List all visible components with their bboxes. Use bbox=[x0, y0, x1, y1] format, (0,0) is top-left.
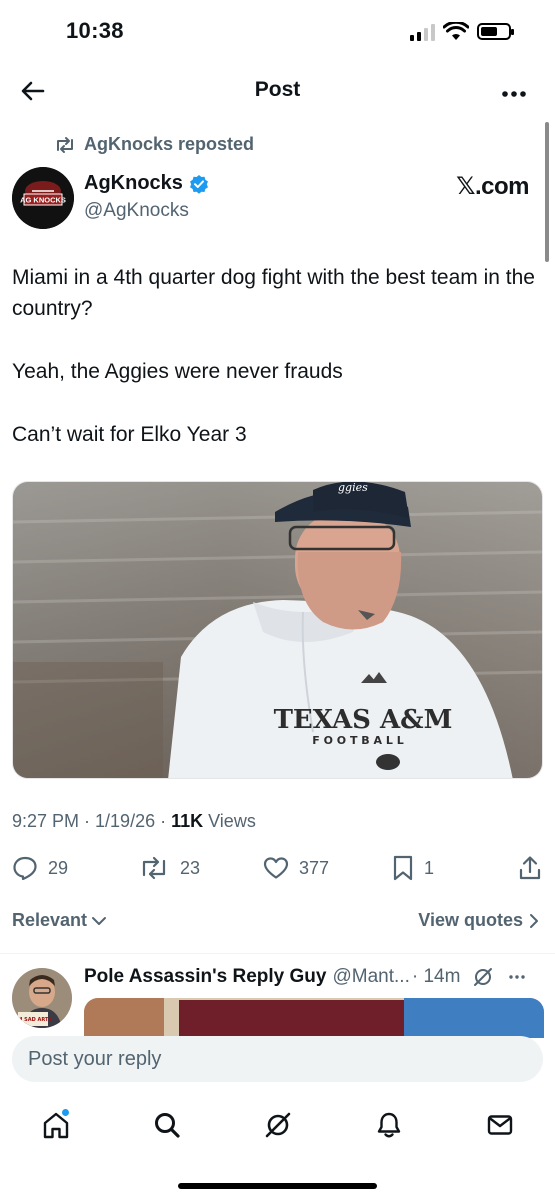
like-button[interactable]: 377 bbox=[263, 856, 329, 880]
home-indicator bbox=[178, 1183, 377, 1189]
avatar-logo-text: AG KNOCKS bbox=[20, 196, 66, 205]
mail-icon bbox=[487, 1115, 512, 1135]
author-name-row[interactable]: AgKnocks bbox=[84, 172, 209, 195]
shirt-text-line2: F O O T B A L L bbox=[312, 734, 403, 747]
more-icon bbox=[502, 91, 526, 97]
status-time: 10:38 bbox=[66, 18, 124, 43]
view-quotes-label: View quotes bbox=[418, 910, 523, 930]
reply-avatar-image: I'M SAD ARTY bbox=[12, 968, 72, 1028]
reply-input[interactable]: Post your reply bbox=[12, 1036, 543, 1082]
repost-text: AgKnocks reposted bbox=[84, 134, 255, 154]
notification-dot bbox=[60, 1108, 70, 1117]
coach-photo: ggies TEXAS A&M F O O T B A L L bbox=[13, 482, 542, 778]
sort-label: Relevant bbox=[12, 910, 88, 930]
scrollbar[interactable] bbox=[545, 122, 549, 262]
repost-icon bbox=[57, 136, 73, 153]
agknocks-logo-icon: AG KNOCKS bbox=[12, 167, 74, 229]
reply-input-placeholder: Post your reply bbox=[28, 1047, 162, 1070]
page-title: Post bbox=[254, 78, 301, 101]
author-avatar[interactable]: AG KNOCKS bbox=[12, 167, 74, 229]
reply-author-name: Pole Assassin's Reply Guy bbox=[84, 966, 327, 987]
heart-icon bbox=[263, 857, 289, 879]
svg-text:ggies: ggies bbox=[338, 482, 368, 494]
search-icon bbox=[154, 1113, 180, 1138]
repost-icon bbox=[142, 856, 166, 880]
view-quotes-link[interactable]: View quotes bbox=[418, 910, 539, 931]
author-name: AgKnocks bbox=[84, 172, 183, 194]
repost-button[interactable]: 23 bbox=[138, 856, 200, 880]
tab-search[interactable] bbox=[147, 1105, 187, 1145]
action-bar: 29 23 377 1 bbox=[12, 850, 542, 886]
reply-author-handle: @Mant... bbox=[332, 966, 410, 987]
reply-time: · 14m bbox=[411, 966, 461, 987]
repost-indicator[interactable]: AgKnocks reposted bbox=[54, 134, 254, 155]
grok-icon[interactable] bbox=[472, 966, 494, 988]
reply-image-preview bbox=[84, 998, 544, 1038]
battery-icon bbox=[477, 23, 514, 40]
bottom-tab-bar bbox=[0, 1100, 555, 1150]
post-paragraph: Can’t wait for Elko Year 3 bbox=[12, 423, 247, 446]
chevron-down-icon bbox=[92, 916, 107, 925]
post-paragraph: Miami in a 4th quarter dog fight with th… bbox=[12, 266, 535, 320]
tab-messages[interactable] bbox=[480, 1105, 520, 1145]
divider bbox=[0, 953, 555, 954]
source-label: 𝕏.com bbox=[456, 173, 529, 200]
views-label: Views bbox=[203, 811, 256, 831]
cellular-signal-icon bbox=[410, 23, 435, 41]
wifi-icon bbox=[443, 22, 469, 40]
reply-image[interactable] bbox=[84, 998, 544, 1038]
tab-home[interactable] bbox=[36, 1105, 76, 1145]
shirt-text-line1: TEXAS A&M bbox=[274, 705, 453, 735]
view-count: 11K bbox=[171, 811, 204, 831]
share-icon bbox=[519, 856, 541, 880]
post-meta: 9:27 PM · 1/19/26 · 11K Views bbox=[12, 811, 256, 832]
reply-avatar-caption: I'M SAD ARTY bbox=[14, 1017, 52, 1023]
post-image[interactable]: ggies TEXAS A&M F O O T B A L L bbox=[12, 481, 543, 779]
post-text: Miami in a 4th quarter dog fight with th… bbox=[12, 262, 544, 482]
chevron-right-icon bbox=[530, 913, 538, 928]
reply-icon bbox=[13, 856, 37, 880]
reply-header[interactable]: Pole Assassin's Reply Guy @Mant... · 14m bbox=[84, 966, 526, 988]
reply-count: 29 bbox=[48, 857, 69, 878]
author-handle[interactable]: @AgKnocks bbox=[84, 200, 189, 222]
reply-avatar[interactable]: I'M SAD ARTY bbox=[12, 968, 72, 1028]
share-button[interactable] bbox=[518, 855, 542, 881]
more-options-button[interactable] bbox=[501, 78, 527, 104]
bookmark-count: 1 bbox=[424, 857, 435, 878]
post-paragraph: Yeah, the Aggies were never frauds bbox=[12, 360, 343, 383]
bookmark-button[interactable]: 1 bbox=[392, 855, 434, 881]
bell-icon bbox=[377, 1112, 400, 1138]
more-icon[interactable] bbox=[508, 974, 526, 980]
tab-notifications[interactable] bbox=[369, 1105, 409, 1145]
post-timestamp: 9:27 PM · 1/19/26 · bbox=[12, 811, 172, 831]
tab-grok[interactable] bbox=[258, 1105, 298, 1145]
repost-count: 23 bbox=[180, 857, 201, 878]
reply-button[interactable]: 29 bbox=[12, 856, 68, 880]
verified-badge-icon bbox=[189, 174, 208, 194]
bookmark-icon bbox=[393, 855, 413, 881]
like-count: 377 bbox=[299, 857, 330, 878]
sort-relevant-dropdown[interactable]: Relevant bbox=[12, 910, 107, 931]
status-icons bbox=[410, 22, 514, 41]
grok-icon bbox=[265, 1112, 290, 1138]
